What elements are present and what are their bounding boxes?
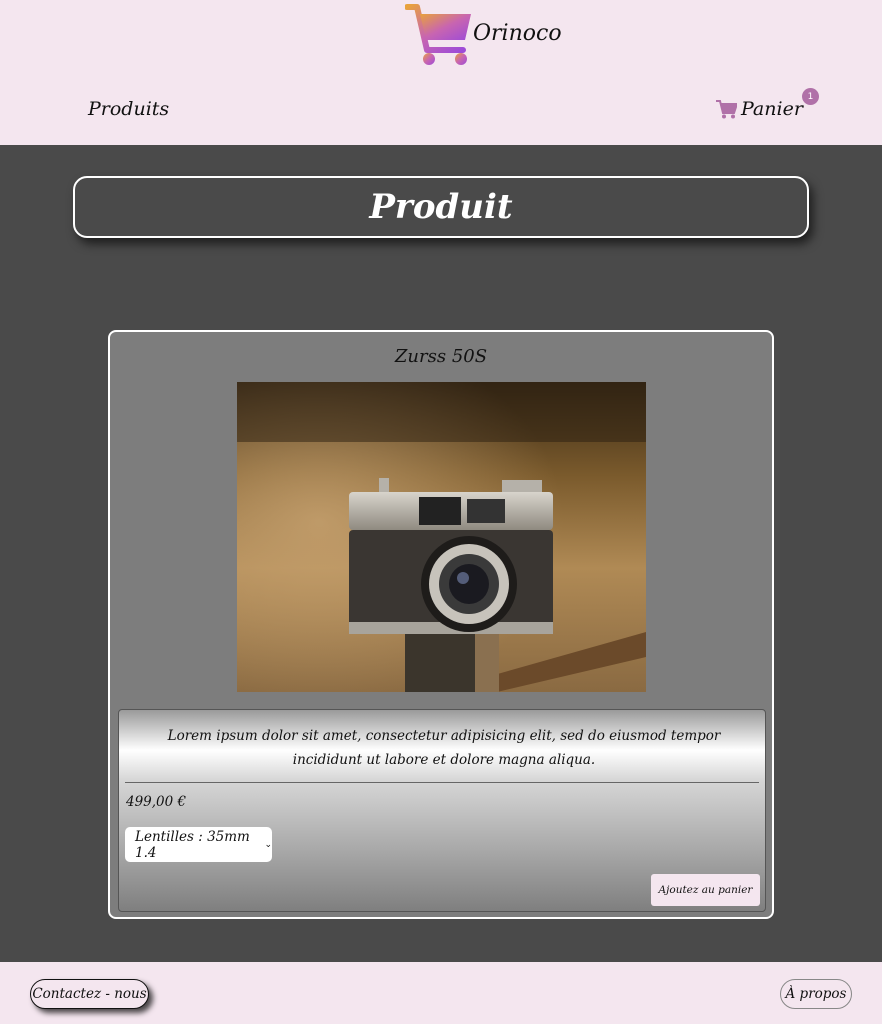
brand-name: Orinoco: [473, 20, 562, 46]
product-info-panel: Lorem ipsum dolor sit amet, consectetur …: [118, 709, 766, 912]
product-name: Zurss 50S: [394, 346, 488, 367]
lens-select[interactable]: Lentilles : 35mm 1.4 ⌄: [125, 827, 272, 862]
nav-cart-link[interactable]: Panier: [716, 98, 803, 120]
page-title-box: Produit: [73, 176, 809, 238]
page-title: Produit: [369, 187, 513, 227]
shopping-cart-icon: [405, 4, 471, 65]
cart-count-badge: 1: [802, 88, 819, 105]
product-image: [237, 382, 646, 692]
chevron-down-icon: ⌄: [264, 839, 272, 850]
product-price: 499,00 €: [126, 794, 187, 810]
about-button[interactable]: À propos: [780, 979, 852, 1009]
brand-logo[interactable]: Orinoco: [405, 4, 562, 66]
lens-select-value: Lentilles : 35mm 1.4: [135, 828, 250, 861]
camera-photo: [237, 382, 646, 692]
product-card: Zurss 50S Lorem ipsum dolor sit amet, co…: [108, 330, 774, 919]
nav-cart-label: Panier: [741, 98, 803, 120]
divider: [125, 782, 759, 783]
add-to-cart-button[interactable]: Ajoutez au panier: [651, 874, 760, 906]
nav-products-link[interactable]: Produits: [88, 98, 169, 120]
site-header: Orinoco Produits Panier 1: [0, 0, 882, 145]
site-footer: Contactez - nous À propos: [0, 962, 882, 1024]
contact-button[interactable]: Contactez - nous: [30, 979, 149, 1009]
cart-icon: [716, 99, 737, 118]
product-description: Lorem ipsum dolor sit amet, consectetur …: [167, 728, 721, 768]
